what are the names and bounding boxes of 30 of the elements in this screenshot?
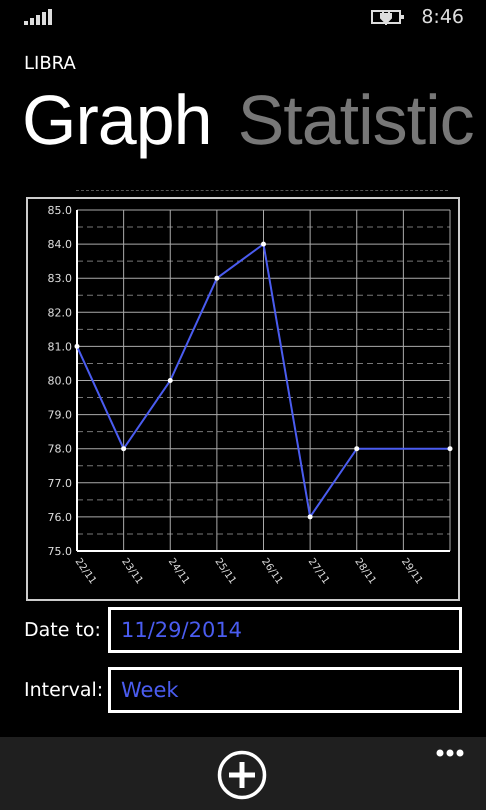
y-tick-label: 83.0 (48, 272, 72, 286)
y-tick-label: 78.0 (48, 442, 72, 456)
y-tick-label: 75.0 (48, 545, 72, 558)
y-tick-label: 82.0 (48, 306, 72, 320)
add-icon[interactable] (217, 750, 267, 800)
data-point (168, 378, 173, 383)
y-tick-label: 81.0 (48, 340, 72, 354)
more-icon[interactable] (436, 749, 464, 757)
battery-charging-icon (371, 8, 406, 26)
input-field[interactable]: Week (108, 667, 462, 713)
y-tick-label: 77.0 (48, 476, 72, 490)
y-tick-label: 79.0 (48, 408, 72, 422)
y-tick-label: 85.0 (48, 204, 72, 217)
field-label: Date to: (24, 619, 102, 641)
input-field[interactable]: 11/29/2014 (108, 607, 462, 653)
clock-time: 8:46 (421, 6, 464, 28)
data-point (121, 446, 126, 452)
y-tick-label: 76.0 (48, 510, 72, 524)
field-label: Interval: (24, 679, 104, 701)
pivot-tab[interactable]: Graph (22, 80, 212, 160)
data-point (354, 446, 360, 452)
app-title: LIBRA (24, 53, 77, 74)
y-tick-label: 84.0 (48, 238, 72, 252)
signal-icon (24, 8, 54, 26)
data-point (214, 276, 220, 281)
y-tick-label: 80.0 (48, 374, 72, 388)
data-point (261, 242, 266, 247)
data-point (308, 514, 313, 520)
pivot-tab[interactable]: Statistic (238, 80, 474, 160)
data-point (448, 446, 452, 452)
